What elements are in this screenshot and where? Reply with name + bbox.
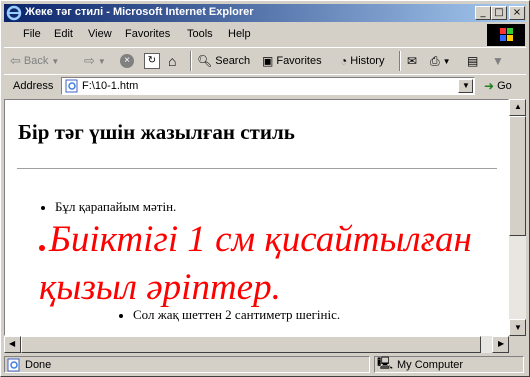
- favorites-icon: ▣: [262, 54, 274, 68]
- search-button[interactable]: 🔍︎ Search: [197, 52, 250, 70]
- dropdown-arrow-icon: ▼: [462, 81, 470, 90]
- list-item: Бұл қарапайым мәтін.: [41, 199, 176, 215]
- back-arrow-icon: ⇦: [10, 53, 21, 68]
- window-title: Жеке тәг стилі - Microsoft Internet Expl…: [25, 6, 254, 18]
- home-icon: ⌂: [168, 53, 177, 69]
- address-input[interactable]: F:\10-1.htm ▼: [61, 77, 475, 95]
- mail-button[interactable]: ✉︎: [407, 52, 417, 70]
- horizontal-scrollbar[interactable]: ◀ ▶: [4, 336, 509, 353]
- scroll-up-button[interactable]: ▲: [509, 99, 526, 116]
- status-bar: Done 🖳 My Computer: [4, 355, 526, 374]
- forward-button[interactable]: ⇨ ▼: [84, 52, 106, 70]
- vertical-scrollbar[interactable]: ▲ ▼: [509, 99, 526, 336]
- scroll-down-button[interactable]: ▼: [509, 319, 526, 336]
- menu-edit[interactable]: Edit: [54, 28, 73, 40]
- address-label: Address: [13, 80, 54, 92]
- edit-button[interactable]: ▤: [467, 52, 478, 70]
- maximize-button[interactable]: □: [491, 6, 507, 20]
- forward-arrow-icon: ⇨: [84, 53, 95, 68]
- arrow-left-icon: ◀: [9, 339, 16, 348]
- arrow-right-icon: ▶: [498, 339, 505, 348]
- address-bar: Address F:\10-1.htm ▼ ➜ Go: [4, 74, 526, 100]
- print-button[interactable]: ⎙ ▼: [430, 52, 451, 70]
- minimize-button[interactable]: _: [475, 6, 491, 20]
- dropdown-arrow-icon: ▼: [51, 56, 60, 66]
- status-text: Done: [25, 358, 52, 371]
- edit-icon: ▤: [467, 54, 479, 68]
- stop-button[interactable]: ×: [120, 52, 134, 70]
- address-dropdown-button[interactable]: ▼: [458, 79, 473, 93]
- page-heading: Бір тәг үшін жазылған стиль: [18, 120, 295, 144]
- history-icon: ◔: [340, 54, 348, 68]
- scroll-right-button[interactable]: ▶: [492, 336, 509, 353]
- arrow-down-icon: ▼: [514, 323, 522, 332]
- mail-icon: ✉︎: [407, 54, 418, 68]
- toolbar-separator: [399, 51, 401, 71]
- favorites-button[interactable]: ▣ Favorites: [262, 52, 322, 70]
- address-value: F:\10-1.htm: [82, 80, 139, 92]
- scrollbar-corner: [509, 336, 526, 353]
- vertical-scroll-thumb[interactable]: [509, 116, 526, 236]
- status-panel: Done: [4, 356, 370, 373]
- back-button[interactable]: ⇦ Back ▼: [10, 52, 59, 70]
- bullet-icon: [39, 245, 45, 251]
- dropdown-arrow-icon: ▼: [442, 56, 451, 66]
- title-bar[interactable]: Жеке тәг стилі - Microsoft Internet Expl…: [4, 4, 526, 22]
- print-icon: ⎙: [430, 53, 440, 68]
- scroll-left-button[interactable]: ◀: [4, 336, 21, 353]
- refresh-icon: ↻: [144, 53, 160, 69]
- search-icon: 🔍︎: [197, 54, 213, 68]
- menu-favorites[interactable]: Favorites: [125, 28, 170, 40]
- menu-help[interactable]: Help: [228, 28, 251, 40]
- page-content: Бір тәг үшін жазылған стиль Бұл қарапайы…: [4, 99, 509, 336]
- refresh-button[interactable]: ↻: [144, 52, 160, 70]
- discuss-button[interactable]: ▼: [492, 52, 504, 70]
- menu-bar: File Edit View Favorites Tools Help: [4, 24, 484, 44]
- list-item-indented: Сол жақ шеттен 2 сантиметр шегініс.: [119, 307, 340, 323]
- horizontal-rule: [17, 168, 497, 170]
- home-button[interactable]: ⌂: [168, 52, 176, 70]
- windows-logo: [487, 24, 525, 46]
- horizontal-scroll-thumb[interactable]: [21, 336, 481, 353]
- bullet-icon: [119, 314, 123, 319]
- menu-file[interactable]: File: [23, 28, 41, 40]
- zone-panel: 🖳 My Computer: [374, 356, 524, 373]
- menu-tools[interactable]: Tools: [187, 28, 213, 40]
- dropdown-arrow-icon: ▼: [97, 56, 106, 66]
- arrow-up-icon: ▲: [514, 102, 522, 111]
- menu-view[interactable]: View: [88, 28, 112, 40]
- zone-text: My Computer: [397, 358, 464, 371]
- close-button[interactable]: ×: [509, 6, 525, 20]
- computer-icon: 🖳: [377, 356, 394, 370]
- ie-icon: [6, 5, 22, 21]
- bullet-icon: [41, 206, 45, 211]
- toolbar-separator: [190, 51, 192, 71]
- stop-icon: ×: [120, 54, 134, 68]
- go-arrow-icon: ➜: [484, 79, 495, 93]
- standard-toolbar: ⇦ Back ▼ ⇨ ▼ × ↻ ⌂ 🔍︎ Search ▣ Favorites…: [4, 47, 526, 75]
- list-item-red: Биіктігі 1 см қисайтылған қызыл әріптер.: [39, 219, 472, 308]
- browser-window: Жеке тәг стилі - Microsoft Internet Expl…: [0, 0, 530, 377]
- page-icon: [65, 79, 78, 93]
- go-button[interactable]: ➜ Go: [484, 79, 512, 93]
- page-icon: [7, 358, 20, 371]
- discuss-icon: ▼: [492, 54, 504, 68]
- history-button[interactable]: ◔ History: [340, 52, 384, 70]
